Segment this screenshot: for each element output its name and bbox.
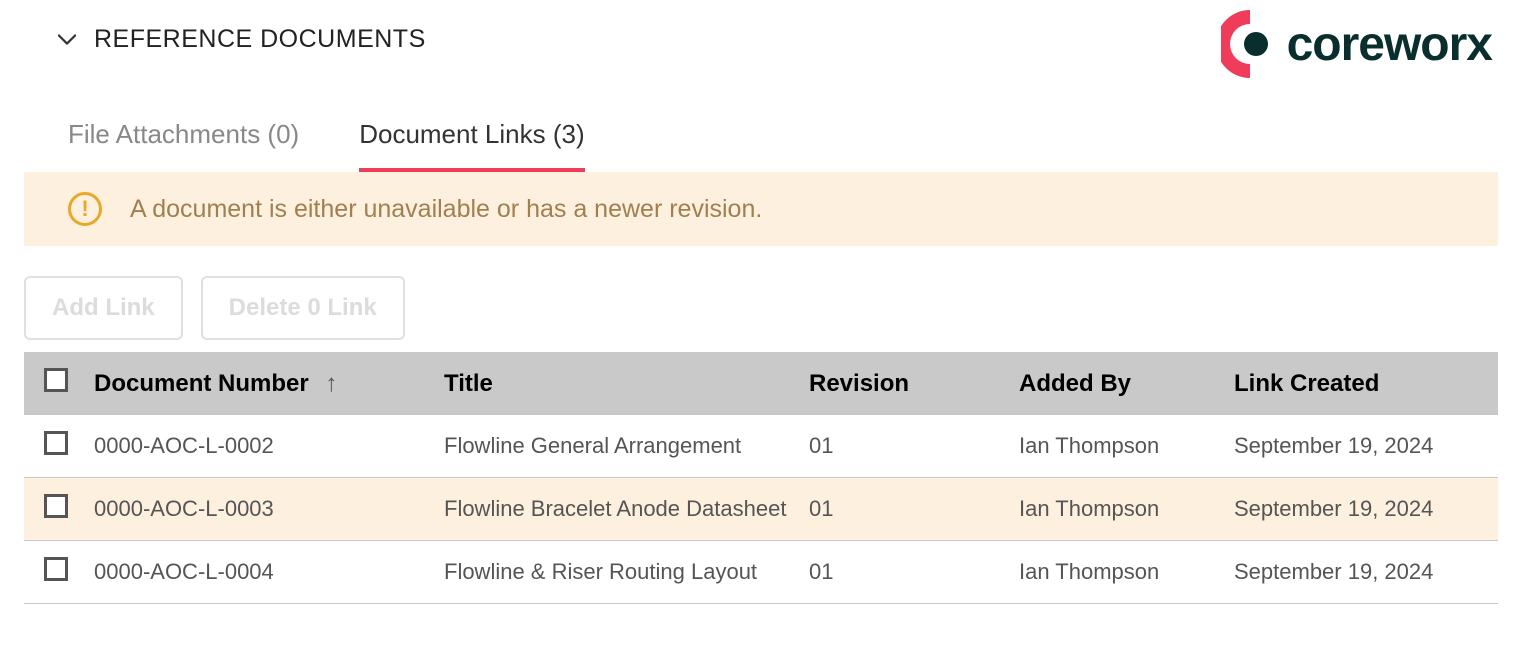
sort-asc-icon: ↑ [325,370,337,398]
row-checkbox-cell[interactable] [24,415,84,478]
cell-added-by: Ian Thompson [1009,415,1224,478]
coreworx-logo-mark [1221,10,1279,78]
tab-document-links[interactable]: Document Links (3) [359,119,584,172]
chevron-down-icon[interactable] [58,31,76,49]
table-header-row: Document Number ↑ Title Revision Added B… [24,352,1498,415]
header-document-number-label: Document Number [94,370,309,397]
tab-file-attachments[interactable]: File Attachments (0) [68,119,299,172]
row-checkbox[interactable] [44,431,68,455]
header-title[interactable]: Title [434,352,799,415]
action-bar: Add Link Delete 0 Link [24,276,1522,340]
cell-link-created: September 19, 2024 [1224,478,1498,541]
warning-icon: ! [68,192,102,226]
header-added-by[interactable]: Added By [1009,352,1224,415]
brand-logo: coreworx [1221,10,1492,78]
cell-document-number: 0000-AOC-L-0002 [84,415,434,478]
warning-text: A document is either unavailable or has … [130,195,762,224]
cell-link-created: September 19, 2024 [1224,541,1498,604]
table-row[interactable]: 0000-AOC-L-0003Flowline Bracelet Anode D… [24,478,1498,541]
row-checkbox-cell[interactable] [24,478,84,541]
cell-title: Flowline Bracelet Anode Datasheet [434,478,799,541]
add-link-button[interactable]: Add Link [24,276,183,340]
cell-title: Flowline General Arrangement [434,415,799,478]
cell-document-number: 0000-AOC-L-0004 [84,541,434,604]
cell-revision: 01 [799,478,1009,541]
row-checkbox[interactable] [44,494,68,518]
cell-revision: 01 [799,541,1009,604]
header-link-created[interactable]: Link Created [1224,352,1498,415]
cell-added-by: Ian Thompson [1009,478,1224,541]
select-all-checkbox[interactable] [44,368,68,392]
cell-document-number: 0000-AOC-L-0003 [84,478,434,541]
cell-title: Flowline & Riser Routing Layout [434,541,799,604]
header-select-all[interactable] [24,352,84,415]
row-checkbox[interactable] [44,557,68,581]
warning-banner: ! A document is either unavailable or ha… [24,172,1498,246]
table-row[interactable]: 0000-AOC-L-0002Flowline General Arrangem… [24,415,1498,478]
cell-added-by: Ian Thompson [1009,541,1224,604]
row-checkbox-cell[interactable] [24,541,84,604]
tab-bar: File Attachments (0) Document Links (3) [68,119,1522,172]
cell-revision: 01 [799,415,1009,478]
delete-link-button[interactable]: Delete 0 Link [201,276,405,340]
header-revision[interactable]: Revision [799,352,1009,415]
table-row[interactable]: 0000-AOC-L-0004Flowline & Riser Routing … [24,541,1498,604]
header-document-number[interactable]: Document Number ↑ [84,352,434,415]
document-links-table: Document Number ↑ Title Revision Added B… [24,352,1498,604]
cell-link-created: September 19, 2024 [1224,415,1498,478]
coreworx-logo-text: coreworx [1287,17,1492,72]
section-title: REFERENCE DOCUMENTS [94,25,426,54]
